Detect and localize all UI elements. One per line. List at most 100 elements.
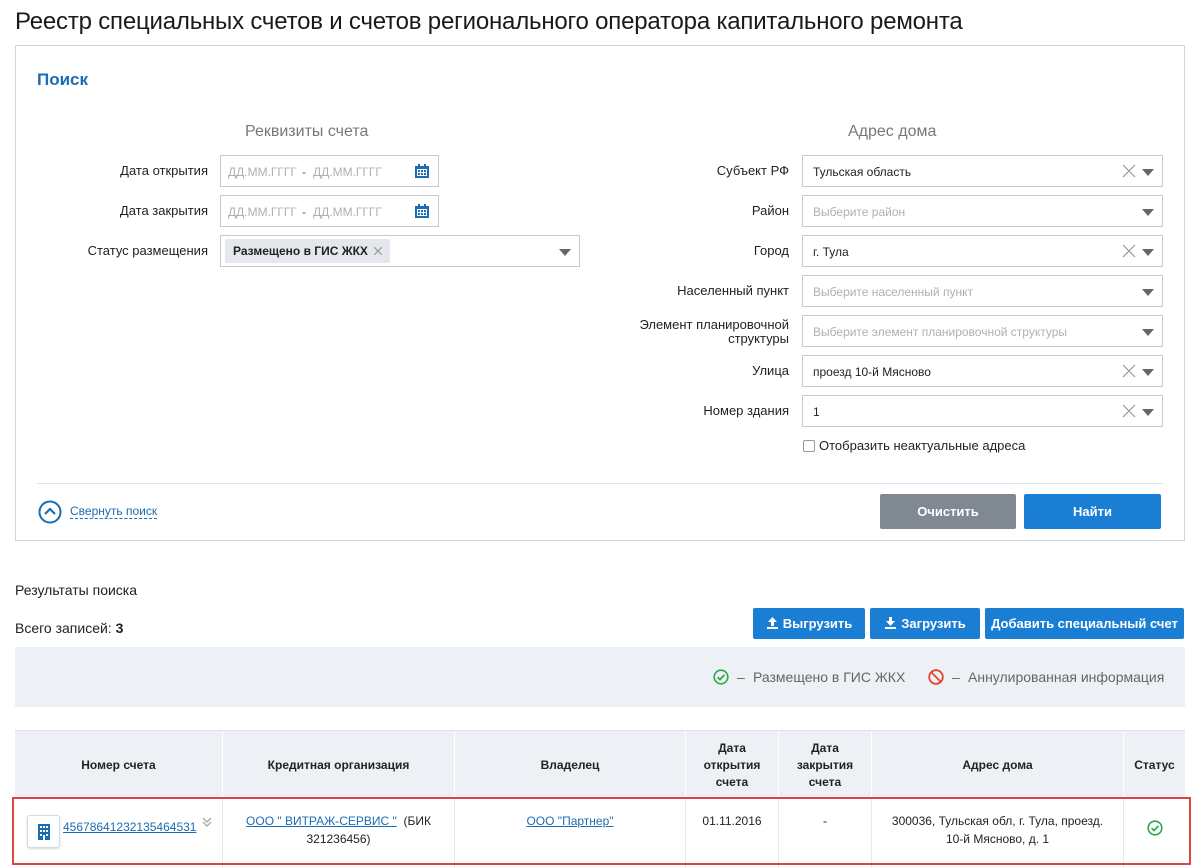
city-label: Город [753, 243, 789, 258]
open-date-from[interactable]: ДД.ММ.ГГГГ [228, 165, 297, 179]
legend-posted-sep: – [737, 669, 745, 685]
posted-check-icon [713, 669, 729, 685]
total-label: Всего записей: [15, 620, 112, 636]
accounts-table: Номер счета Кредитная организация Владел… [15, 730, 1185, 868]
open-date-label: Дата открытия [120, 163, 208, 178]
cell-owner: ООО "Партнер" [455, 798, 686, 868]
import-label: Загрузить [901, 616, 966, 631]
plan-element-select[interactable]: Выберите элемент планировочной структуры [802, 315, 1163, 347]
chevron-down-icon[interactable] [1142, 169, 1154, 176]
street-label: Улица [752, 363, 789, 378]
city-select[interactable]: г. Тула [802, 235, 1163, 267]
locality-label: Населенный пункт [677, 283, 789, 298]
plan-element-label: Элемент планировочной структуры [616, 318, 789, 346]
cell-close-date: - [779, 798, 872, 868]
show-inactive-label[interactable]: Отобразить неактуальные адреса [819, 439, 1025, 453]
locality-placeholder: Выберите населенный пункт [813, 285, 973, 299]
close-date-from[interactable]: ДД.ММ.ГГГГ [228, 205, 297, 219]
chevron-down-icon[interactable] [1142, 289, 1154, 296]
close-date-value: - [823, 814, 827, 828]
district-label: Район [751, 203, 789, 218]
street-select[interactable]: проезд 10-й Мясново [802, 355, 1163, 387]
building-value: 1 [813, 405, 820, 419]
chevron-down-icon[interactable] [1142, 409, 1154, 416]
chevron-down-icon[interactable] [1142, 369, 1154, 376]
plan-element-placeholder: Выберите элемент планировочной структуры [813, 325, 1068, 339]
chevron-up-circle-icon[interactable] [38, 500, 62, 524]
clear-icon[interactable] [1122, 244, 1136, 258]
search-title: Поиск [37, 70, 89, 89]
status-select[interactable]: Размещено в ГИС ЖКХ [220, 235, 580, 267]
add-special-account-button[interactable]: Добавить специальный счет [985, 608, 1184, 639]
owner-link[interactable]: ООО "Партнер" [455, 814, 685, 828]
double-chevron-down-icon[interactable] [201, 816, 213, 828]
clear-icon[interactable] [1122, 404, 1136, 418]
subject-label: Субъект РФ [716, 163, 789, 178]
remove-tag-icon[interactable] [373, 247, 382, 255]
close-date-to[interactable]: ДД.ММ.ГГГГ [313, 205, 382, 219]
close-date-label: Дата закрытия [119, 203, 208, 218]
chevron-down-icon[interactable] [1142, 249, 1154, 256]
open-date-range-field[interactable]: ДД.ММ.ГГГГ - ДД.ММ.ГГГГ [220, 155, 439, 187]
building-select[interactable]: 1 [802, 395, 1163, 427]
status-legend: – Размещено в ГИС ЖКХ – Аннулированная и… [15, 647, 1185, 707]
open-date-value: 01.11.2016 [702, 814, 762, 828]
export-button[interactable]: Выгрузить [753, 608, 865, 639]
total-records: Всего записей: 3 [15, 620, 123, 636]
col-account: Номер счета [15, 731, 223, 799]
clear-button[interactable]: Очистить [880, 494, 1016, 529]
results-title: Результаты поиска [15, 582, 138, 598]
city-value: г. Тула [813, 245, 849, 259]
download-icon [885, 617, 897, 629]
address-value: 300036, Тульская обл, г. Тула, проезд. 1… [891, 814, 1104, 846]
col-status: Статус [1134, 757, 1175, 772]
table-row[interactable]: 45678641232135464531 ООО " ВИТРАЖ-СЕРВИС… [15, 798, 1185, 868]
col-open-date: Дата открытия счета [686, 731, 779, 799]
clear-icon[interactable] [1122, 364, 1136, 378]
date-separator: - [302, 205, 306, 219]
bank-link[interactable]: ООО " ВИТРАЖ-СЕРВИС " [246, 814, 397, 828]
chevron-down-icon[interactable] [1142, 209, 1154, 216]
plan-element-label-line2: структуры [728, 331, 789, 346]
cell-status [1124, 798, 1185, 868]
col-owner: Владелец [455, 731, 686, 799]
find-button[interactable]: Найти [1024, 494, 1161, 529]
cell-bank: ООО " ВИТРАЖ-СЕРВИС " (БИК 321236456) [223, 798, 455, 868]
account-number-link[interactable]: 45678641232135464531 [63, 820, 196, 834]
status-tag-label: Размещено в ГИС ЖКХ [233, 244, 368, 258]
chevron-down-icon[interactable] [1142, 329, 1154, 336]
district-placeholder: Выберите район [813, 205, 906, 219]
import-button[interactable]: Загрузить [870, 608, 980, 639]
calendar-icon[interactable] [414, 203, 430, 219]
calendar-icon[interactable] [414, 163, 430, 179]
page-title: Реестр специальных счетов и счетов регио… [15, 8, 963, 35]
posted-check-icon [1147, 820, 1163, 836]
col-close-date: Дата закрытия счета [779, 731, 872, 799]
building-label: Номер здания [703, 403, 789, 418]
date-separator: - [302, 165, 306, 179]
close-date-range-field[interactable]: ДД.ММ.ГГГГ - ДД.ММ.ГГГГ [220, 195, 439, 227]
cell-address: 300036, Тульская обл, г. Тула, проезд. 1… [872, 798, 1124, 868]
clear-icon[interactable] [1122, 164, 1136, 178]
show-inactive-checkbox[interactable] [803, 440, 815, 452]
plan-element-label-line1: Элемент планировочной [639, 317, 789, 332]
collapse-search-link[interactable]: Свернуть поиск [70, 504, 158, 519]
col-address: Адрес дома [872, 731, 1124, 799]
search-panel: Поиск Реквизиты счета Адрес дома Дата от… [15, 45, 1185, 541]
legend-annulled: Аннулированная информация [968, 669, 1165, 685]
total-count: 3 [115, 620, 124, 636]
open-date-to[interactable]: ДД.ММ.ГГГГ [313, 165, 382, 179]
building-icon [38, 824, 50, 840]
subject-select[interactable]: Тульская область [802, 155, 1163, 187]
chevron-down-icon[interactable] [559, 249, 571, 256]
district-select[interactable]: Выберите район [802, 195, 1163, 227]
status-tag: Размещено в ГИС ЖКХ [225, 239, 390, 263]
legend-posted: Размещено в ГИС ЖКХ [753, 669, 906, 685]
street-value: проезд 10-й Мясново [813, 365, 931, 379]
cell-open-date: 01.11.2016 [686, 798, 779, 868]
account-type-badge [27, 815, 60, 848]
legend-annulled-sep: – [952, 669, 960, 685]
annulled-icon [928, 669, 944, 685]
status-label: Статус размещения [87, 243, 208, 258]
locality-select[interactable]: Выберите населенный пункт [802, 275, 1163, 307]
